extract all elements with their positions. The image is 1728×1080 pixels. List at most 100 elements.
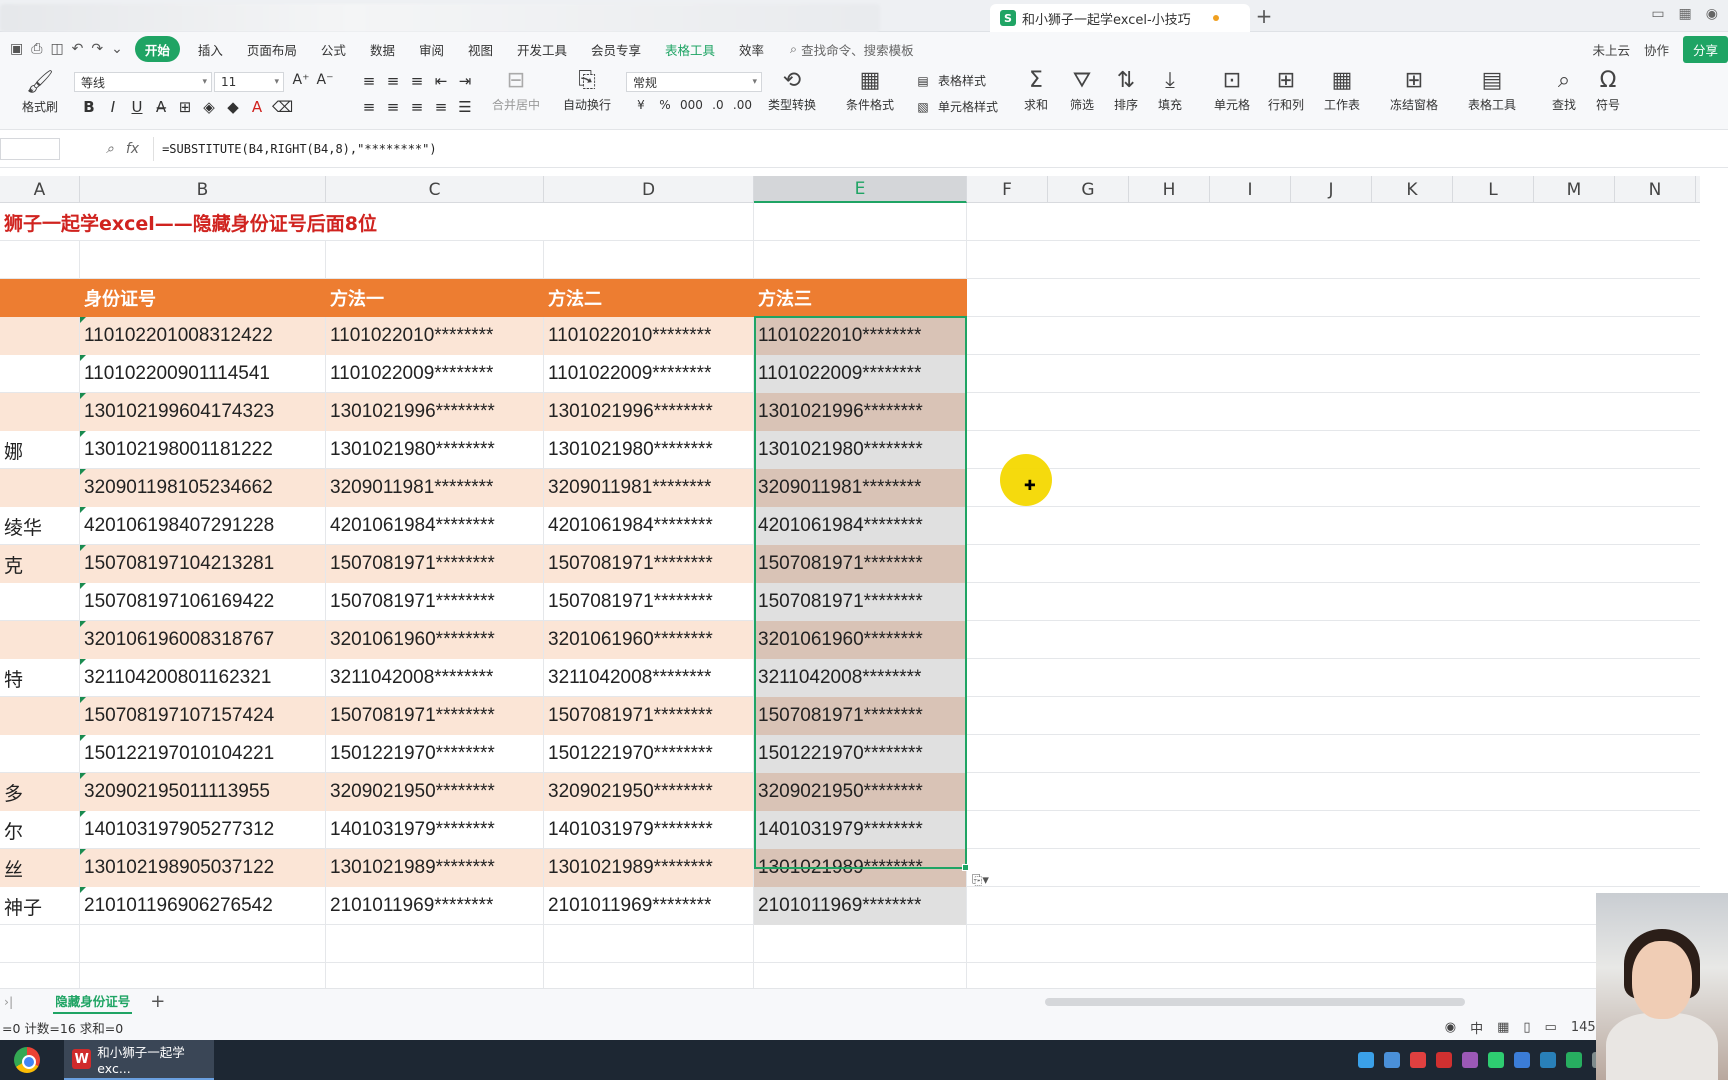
method-2-cell[interactable]: 1501221970********: [544, 735, 754, 773]
tray-icon[interactable]: [1514, 1052, 1530, 1068]
id-cell[interactable]: 210101196906276542: [80, 887, 326, 925]
tray-icon[interactable]: [1540, 1052, 1556, 1068]
col-header-i[interactable]: I: [1210, 176, 1291, 203]
format-painter-button[interactable]: 🖌 格式刷: [22, 70, 58, 115]
tab-page-layout[interactable]: 页面布局: [235, 36, 309, 62]
id-cell[interactable]: 320902195011113955: [80, 773, 326, 811]
bold-icon[interactable]: B: [80, 98, 98, 116]
col-header-f[interactable]: F: [967, 176, 1048, 203]
id-cell[interactable]: 110102201008312422: [80, 317, 326, 355]
tab-formulas[interactable]: 公式: [309, 36, 358, 62]
method-1-cell[interactable]: 1507081971********: [326, 697, 544, 735]
sum-button[interactable]: Σ 求和: [1024, 68, 1048, 113]
currency-icon[interactable]: ¥: [632, 98, 650, 112]
save-icon[interactable]: ▣: [10, 41, 23, 57]
tab-home[interactable]: 开始: [134, 36, 180, 62]
font-shrink-icon[interactable]: A⁻: [316, 72, 334, 88]
method-1-cell[interactable]: 1507081971********: [326, 545, 544, 583]
method-2-cell[interactable]: 1507081971********: [544, 697, 754, 735]
font-grow-icon[interactable]: A⁺: [292, 72, 310, 88]
header-id[interactable]: 身份证号: [80, 279, 326, 317]
method-3-cell[interactable]: 1101022010********: [754, 317, 967, 355]
align-right-icon[interactable]: ≡: [408, 98, 426, 116]
sheet-title[interactable]: 狮子一起学excel——隐藏身份证号后面8位: [0, 203, 544, 241]
tab-view[interactable]: 视图: [456, 36, 505, 62]
id-cell[interactable]: 150122197010104221: [80, 735, 326, 773]
method-2-cell[interactable]: 3201061960********: [544, 621, 754, 659]
decimal-increase-icon[interactable]: .0: [709, 98, 727, 112]
name-box[interactable]: [0, 137, 60, 160]
id-cell[interactable]: 320901198105234662: [80, 469, 326, 507]
empty-cell[interactable]: [80, 925, 326, 963]
align-center-icon[interactable]: ≡: [384, 98, 402, 116]
avatar[interactable]: ◉: [1706, 6, 1718, 22]
document-tab[interactable]: S 和小狮子一起学excel-小技巧: [990, 4, 1250, 32]
tray-icon[interactable]: [1358, 1052, 1374, 1068]
zoom-formula-icon[interactable]: ⌕: [106, 141, 114, 157]
indent-increase-icon[interactable]: ⇥: [456, 72, 474, 90]
col-header-a[interactable]: A: [0, 176, 80, 203]
symbol-button[interactable]: Ω 符号: [1596, 68, 1620, 113]
method-1-cell[interactable]: 2101011969********: [326, 887, 544, 925]
method-3-cell[interactable]: 1301021980********: [754, 431, 967, 469]
method-1-cell[interactable]: 3209021950********: [326, 773, 544, 811]
merge-center-button[interactable]: ⊟ 合并居中: [492, 68, 540, 113]
table-style-button[interactable]: ▤ 表格样式: [914, 72, 986, 89]
type-convert-button[interactable]: ⟲ 类型转换: [768, 68, 816, 113]
distribute-icon[interactable]: ☰: [456, 98, 474, 116]
header-method-3[interactable]: 方法三: [754, 279, 967, 317]
undo-icon[interactable]: ↶: [72, 41, 84, 57]
method-3-cell[interactable]: 1501221970********: [754, 735, 967, 773]
redo-icon[interactable]: ↷: [91, 41, 103, 57]
id-cell[interactable]: 150708197104213281: [80, 545, 326, 583]
method-1-cell[interactable]: 3211042008********: [326, 659, 544, 697]
cloud-status[interactable]: 未上云: [1592, 40, 1630, 59]
method-3-cell[interactable]: 3201061960********: [754, 621, 967, 659]
tray-icon[interactable]: [1462, 1052, 1478, 1068]
method-1-cell[interactable]: 1301021989********: [326, 849, 544, 887]
name-cell[interactable]: 绫华: [0, 507, 80, 545]
id-cell[interactable]: 321104200801162321: [80, 659, 326, 697]
method-2-cell[interactable]: 3209021950********: [544, 773, 754, 811]
collab-button[interactable]: 协作: [1644, 40, 1669, 59]
worksheet-button[interactable]: ▦ 工作表: [1324, 68, 1360, 113]
col-header-l[interactable]: L: [1453, 176, 1534, 203]
tray-icon[interactable]: [1436, 1052, 1452, 1068]
method-3-cell[interactable]: 1301021989********: [754, 849, 967, 887]
method-1-cell[interactable]: 1401031979********: [326, 811, 544, 849]
justify-icon[interactable]: ≡: [432, 98, 450, 116]
empty-cell[interactable]: [754, 203, 967, 241]
preview-icon[interactable]: ◫: [50, 41, 63, 57]
name-cell[interactable]: [0, 469, 80, 507]
layout-icon[interactable]: ▭: [1651, 6, 1664, 22]
method-3-cell[interactable]: 1401031979********: [754, 811, 967, 849]
name-cell[interactable]: 克: [0, 545, 80, 583]
cell-style-button[interactable]: ▧ 单元格样式: [914, 98, 998, 115]
cloud-icon[interactable]: [1384, 1052, 1400, 1068]
cell-fill-icon[interactable]: ◈: [200, 98, 218, 116]
tab-developer[interactable]: 开发工具: [505, 36, 579, 62]
col-header-n[interactable]: N: [1615, 176, 1696, 203]
row-col-button[interactable]: ⊞ 行和列: [1268, 68, 1304, 113]
new-tab-icon[interactable]: +: [1250, 4, 1278, 28]
border-icon[interactable]: ⊞: [176, 98, 194, 116]
method-1-cell[interactable]: 3209011981********: [326, 469, 544, 507]
method-1-cell[interactable]: 1101022009********: [326, 355, 544, 393]
name-cell[interactable]: 多: [0, 773, 80, 811]
method-3-cell[interactable]: 2101011969********: [754, 887, 967, 925]
name-cell[interactable]: [0, 317, 80, 355]
method-1-cell[interactable]: 1501221970********: [326, 735, 544, 773]
col-header-j[interactable]: J: [1291, 176, 1372, 203]
empty-cell[interactable]: [754, 241, 967, 279]
sort-button[interactable]: ⇅ 排序: [1114, 68, 1138, 113]
method-2-cell[interactable]: 1101022009********: [544, 355, 754, 393]
method-3-cell[interactable]: 1101022009********: [754, 355, 967, 393]
percent-icon[interactable]: %: [656, 98, 674, 112]
method-2-cell[interactable]: 2101011969********: [544, 887, 754, 925]
method-1-cell[interactable]: 3201061960********: [326, 621, 544, 659]
empty-cell[interactable]: [80, 241, 326, 279]
method-1-cell[interactable]: 4201061984********: [326, 507, 544, 545]
grid-icon[interactable]: ▦: [1679, 6, 1692, 22]
name-cell[interactable]: 尔: [0, 811, 80, 849]
page-layout-view-icon[interactable]: ▯: [1523, 1020, 1530, 1035]
